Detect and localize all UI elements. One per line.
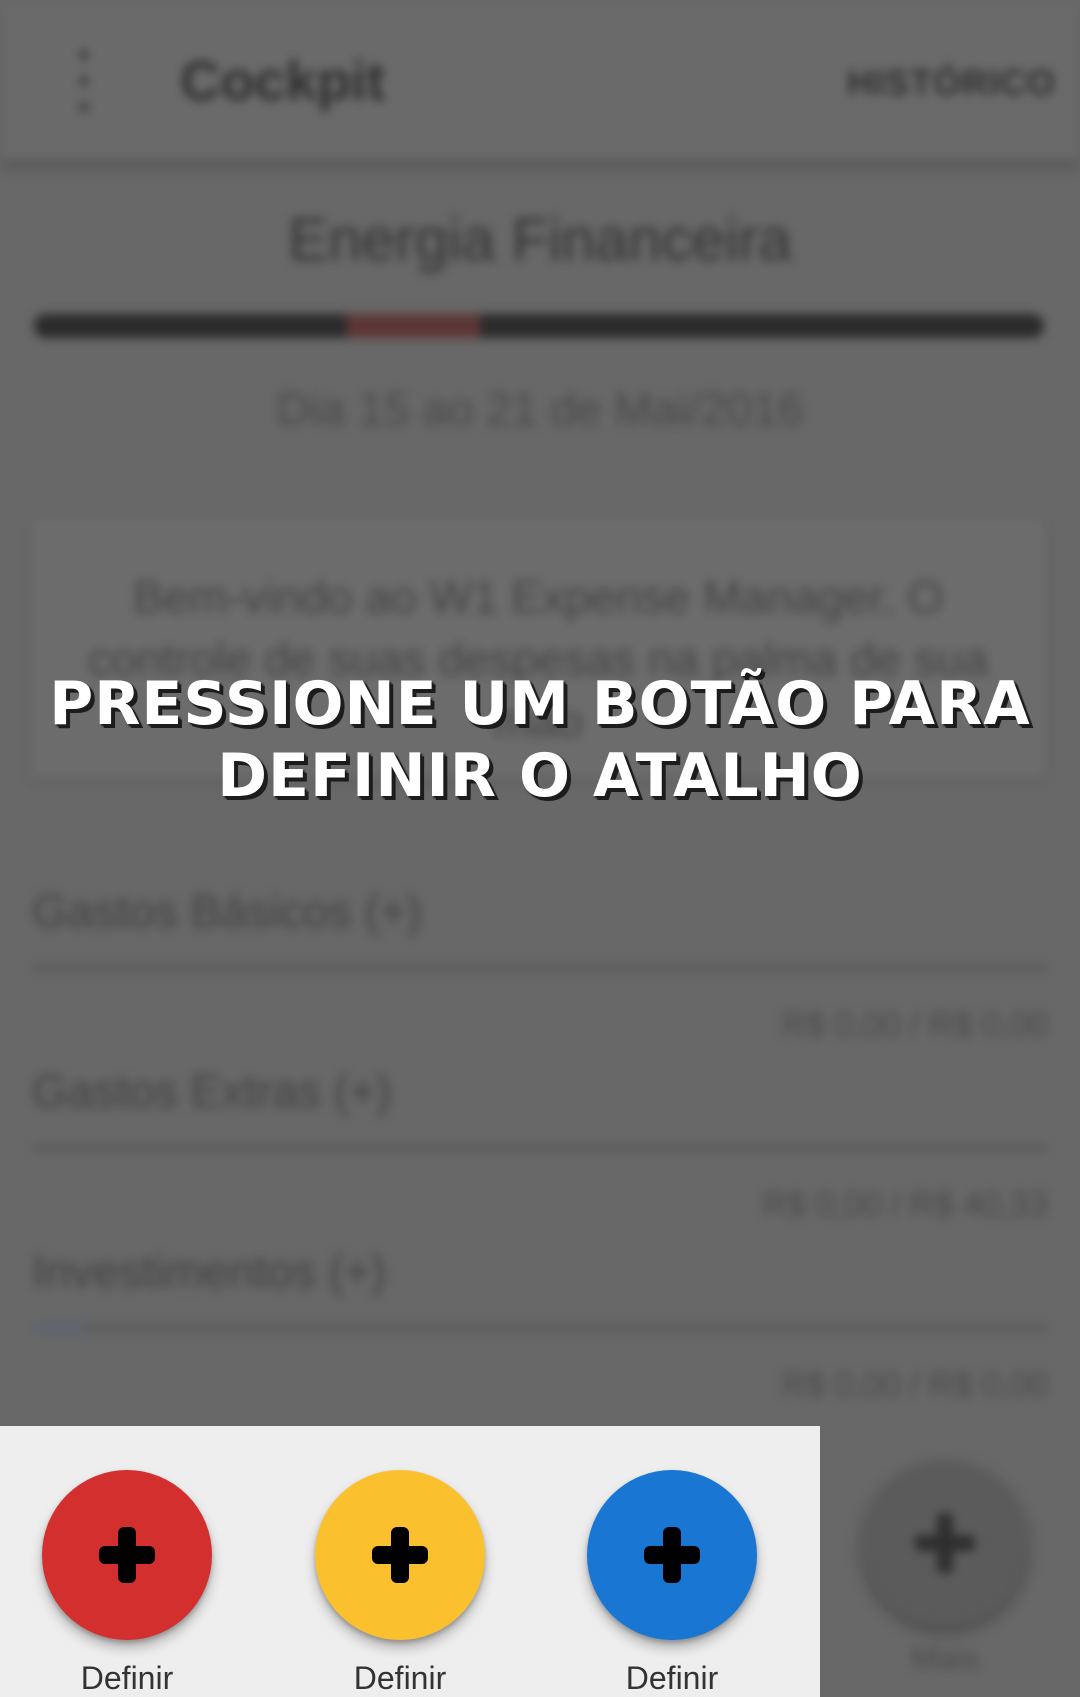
shortcut-slot-yellow: Definir [315, 1470, 485, 1697]
shortcut-label: Definir [353, 1660, 447, 1696]
define-shortcut-button-blue[interactable] [587, 1470, 757, 1640]
plus-icon [372, 1527, 428, 1583]
shortcut-prompt: PRESSIONE UM BOTÃO PARA DEFINIR O ATALHO [49, 669, 1031, 811]
plus-icon [644, 1527, 700, 1583]
shortcut-slot-blue: Definir [587, 1470, 757, 1697]
shortcut-label: Definir [625, 1660, 719, 1696]
define-shortcut-button-yellow[interactable] [315, 1470, 485, 1640]
shortcut-slot-red: Definir [42, 1470, 212, 1697]
shortcut-panel: Definir Definir Definir [0, 1426, 820, 1697]
define-shortcut-button-red[interactable] [42, 1470, 212, 1640]
plus-icon [99, 1527, 155, 1583]
shortcut-label: Definir [80, 1660, 174, 1696]
